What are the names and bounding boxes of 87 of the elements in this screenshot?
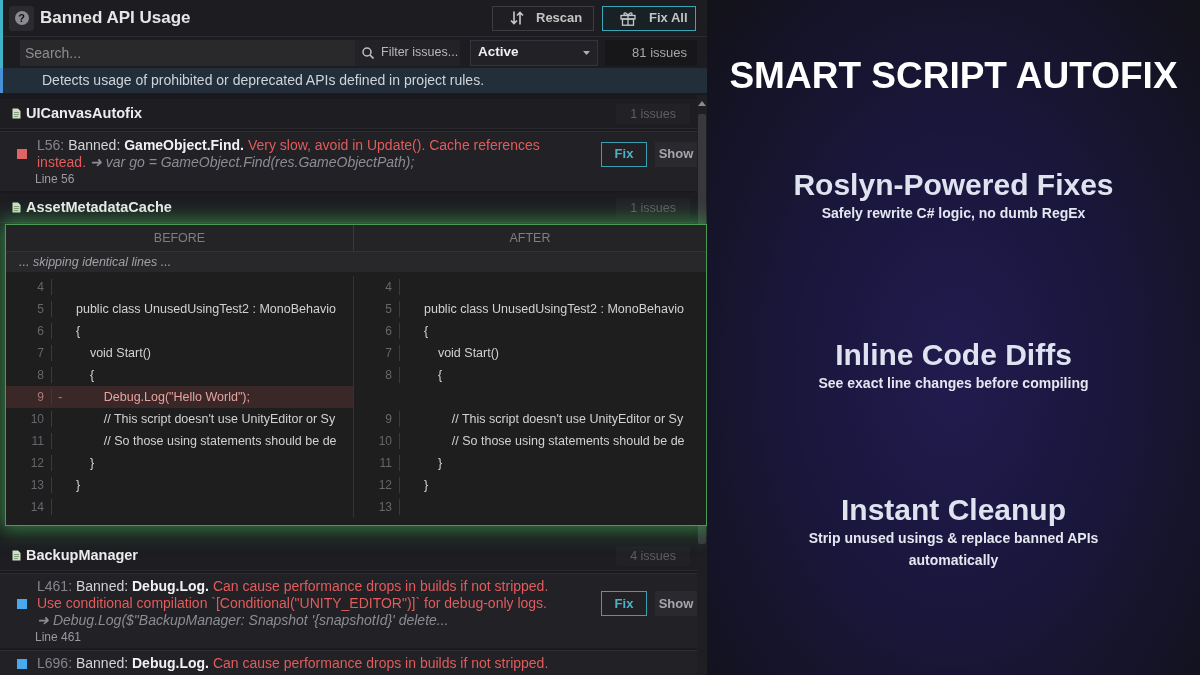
fix-button[interactable]: Fix xyxy=(601,591,647,616)
search-field[interactable]: Search... xyxy=(20,39,355,66)
line-label: Line 56 xyxy=(35,171,75,187)
file-name: AssetMetadataCache xyxy=(26,197,172,217)
show-button[interactable]: Show xyxy=(655,141,697,167)
line-number: 11 xyxy=(6,433,52,449)
file-group-header[interactable]: UICanvasAutofix 1 issues xyxy=(0,99,697,129)
line-number: 12 xyxy=(354,477,400,493)
code-line: { xyxy=(424,322,429,340)
file-icon xyxy=(12,550,21,561)
file-icon xyxy=(12,108,21,119)
issue-message: L56: Banned: GameObject.Find. Very slow, avoid in Update(). Cache references instead. ➜ var go = GameObject.Find(res.GameObjectPath); xyxy=(37,137,541,171)
code-line: void Start() xyxy=(88,344,152,362)
code-line: } xyxy=(424,476,429,494)
promo-headline: SMART SCRIPT AUTOFIX xyxy=(729,57,1178,94)
line-number: 5 xyxy=(354,301,400,317)
feature-subtitle: Safely rewrite C# logic, no dumb RegEx xyxy=(821,204,1086,223)
scroll-up-arrow-icon xyxy=(698,101,706,106)
show-button[interactable]: Show xyxy=(655,591,697,616)
feature-subtitle: See exact line changes before compiling xyxy=(818,374,1089,393)
file-group-header[interactable]: BackupManager 4 issues xyxy=(0,541,697,571)
line-number: 12 xyxy=(6,455,52,471)
line-label: Line 461 xyxy=(35,629,82,645)
line-number: 10 xyxy=(354,433,400,449)
line-number: 11 xyxy=(354,455,400,471)
file-group-header[interactable]: AssetMetadataCache 1 issues xyxy=(0,193,697,223)
issue-message: L461: Banned: Debug.Log. Can cause performance drops in builds if not stripped. Use conditional compilation `[Conditional("UNITY_EDITOR")]` for debug-only logs. ➜ Debug.Log($"BackupManager: Snapshot '{snapshotId}' delete... xyxy=(37,578,550,629)
issue-row[interactable]: L56: Banned: GameObject.Find. Very slow, avoid in Update(). Cache references instead. ➜ var go = GameObject.Find(res.GameObjectPath); Fix Show Line 56 xyxy=(0,131,697,191)
help-button[interactable]: ? xyxy=(9,5,34,31)
file-icon xyxy=(12,202,21,213)
line-number: 13 xyxy=(354,499,400,515)
line-number: 6 xyxy=(6,323,52,339)
code-line: public class UnusedUsingTest2 : MonoBehavio xyxy=(76,300,336,318)
issue-row[interactable]: L696: Banned: Debug.Log. Can cause performance drops in builds if not stripped. xyxy=(0,650,697,675)
feature-subtitle: Strip unused usings & replace banned APIs automatically xyxy=(807,529,1100,570)
code-line: } xyxy=(436,454,443,472)
sort-arrows-icon xyxy=(510,11,524,25)
line-number: 9 xyxy=(6,389,52,405)
issue-message: L696: Banned: Debug.Log. Can cause performance drops in builds if not stripped. xyxy=(37,655,550,672)
feature-title: Inline Code Diffs xyxy=(835,338,1072,372)
code-line: // So those using statements should be de xyxy=(102,432,337,450)
line-number: 8 xyxy=(354,367,400,383)
line-number: 4 xyxy=(6,279,52,295)
file-name: BackupManager xyxy=(26,545,138,565)
column-header: BEFORE xyxy=(6,225,354,251)
code-line: void Start() xyxy=(436,344,500,362)
code-line: // This script doesn't use UnityEditor or Sy xyxy=(450,410,684,428)
issue-count: 81 issues xyxy=(605,39,697,66)
line-number: 10 xyxy=(6,411,52,427)
code-line: // This script doesn't use UnityEditor or Sy xyxy=(102,410,336,428)
line-number: 7 xyxy=(354,345,400,361)
fix-button[interactable]: Fix xyxy=(601,141,647,167)
filter-button[interactable]: Filter issues... xyxy=(355,39,460,66)
line-number: 7 xyxy=(6,345,52,361)
code-line: Debug.Log("Hello World"); xyxy=(102,388,250,406)
code-line: } xyxy=(88,454,95,472)
file-name: UICanvasAutofix xyxy=(26,103,143,123)
line-number: 4 xyxy=(354,279,400,295)
rule-description: Detects usage of prohibited or deprecated APIs defined in project rules. xyxy=(0,68,707,93)
removed-marker: - xyxy=(58,389,63,405)
fix-all-button[interactable]: Fix All xyxy=(602,5,696,31)
column-header: AFTER xyxy=(508,230,552,247)
feature-title: Instant Cleanup xyxy=(841,493,1066,527)
code-line: { xyxy=(88,366,95,384)
line-number: 13 xyxy=(6,477,52,493)
feature-title: Roslyn-Powered Fixes xyxy=(793,168,1114,202)
code-line: public class UnusedUsingTest2 : MonoBehavio xyxy=(424,300,684,318)
line-number: 8 xyxy=(6,367,52,383)
code-line: { xyxy=(436,366,443,384)
line-number: 14 xyxy=(6,499,52,515)
issue-count-badge: 4 issues xyxy=(616,545,690,566)
line-number: 9 xyxy=(354,411,400,427)
rescan-button[interactable]: Rescan xyxy=(492,5,594,31)
status-dropdown[interactable]: Active xyxy=(470,39,598,66)
code-line: // So those using statements should be de xyxy=(450,432,685,450)
line-number: 5 xyxy=(6,301,52,317)
panel-title: Banned API Usage xyxy=(40,7,191,30)
line-number: 6 xyxy=(354,323,400,339)
code-line: { xyxy=(76,322,81,340)
gift-icon xyxy=(620,10,636,26)
skipped-lines-note: ... skipping identical lines ... xyxy=(6,252,706,272)
code-line: } xyxy=(76,476,81,494)
issue-row[interactable] xyxy=(0,573,697,648)
search-icon xyxy=(362,46,374,59)
caret-icon xyxy=(583,50,590,55)
issue-count-badge: 1 issues xyxy=(616,103,690,124)
issue-count-badge: 1 issues xyxy=(616,197,690,218)
